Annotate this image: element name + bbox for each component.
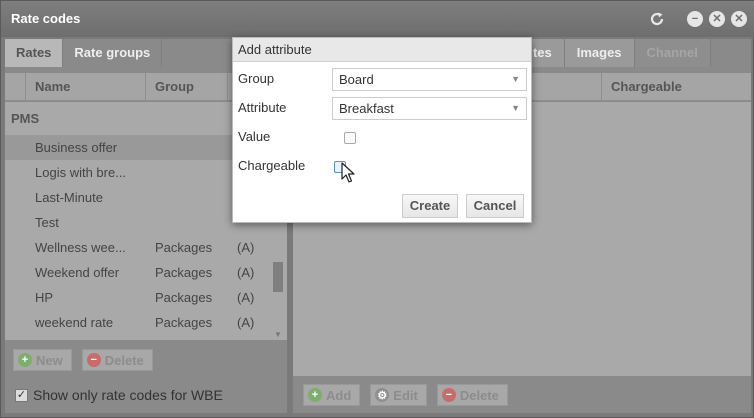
new-label: New <box>36 352 63 368</box>
table-row[interactable]: Weekend offer Packages (A) <box>5 260 287 285</box>
group-label: Group <box>238 71 275 86</box>
column-chargeable[interactable]: Chargeable <box>611 73 682 101</box>
mouse-cursor-icon <box>341 162 355 183</box>
scroll-down-icon[interactable]: ▼ <box>273 330 283 340</box>
column-separator <box>145 73 146 101</box>
restore-icon[interactable]: ✕ <box>709 11 725 27</box>
rate-group: Packages <box>155 240 213 255</box>
column-name[interactable]: Name <box>35 73 70 101</box>
wbe-filter[interactable]: ✓ Show only rate codes for WBE <box>15 387 223 403</box>
rate-name: Logis with bre... <box>35 165 127 180</box>
rate-name: Test <box>35 215 59 230</box>
rate-name: Wellness wee... <box>35 240 126 255</box>
tab-rates[interactable]: Rates <box>5 39 64 67</box>
attribute-select[interactable]: Breakfast ▼ <box>332 97 527 120</box>
rate-name: HP <box>35 290 54 305</box>
add-button[interactable]: + Add <box>303 384 361 406</box>
wbe-checkbox[interactable]: ✓ <box>15 388 28 402</box>
gear-icon: ⚙ <box>375 388 390 402</box>
chevron-down-icon: ▼ <box>511 74 520 84</box>
rates-toolbar: + New − Delete <box>13 349 153 371</box>
table-row[interactable]: weekend rate Packages (A) <box>5 310 287 335</box>
close-icon[interactable]: ✕ <box>731 11 747 27</box>
cancel-button[interactable]: Cancel <box>466 194 524 218</box>
dialog-title: Add attribute <box>233 38 531 62</box>
delete-label: Delete <box>104 352 144 368</box>
attributes-toolbar: + Add ⚙ Edit − Delete <box>303 384 508 406</box>
plus-icon: + <box>18 353 32 367</box>
column-separator <box>25 73 26 101</box>
attribute-label: Attribute <box>238 100 287 115</box>
chargeable-label: Chargeable <box>238 158 306 173</box>
rate-name: weekend rate <box>35 315 114 330</box>
attribute-select-value: Breakfast <box>339 101 394 116</box>
rate-flag: (A) <box>237 240 255 255</box>
rate-name: Last-Minute <box>35 190 103 205</box>
add-attribute-dialog: Add attribute Group Board ▼ Attribute Br… <box>232 37 532 223</box>
table-row[interactable]: Wellness wee... Packages (A) <box>5 235 287 260</box>
scrollbar-thumb[interactable] <box>273 262 283 292</box>
edit-button[interactable]: ⚙ Edit <box>370 384 427 406</box>
rate-group: Packages <box>155 265 213 280</box>
delete-attribute-button[interactable]: − Delete <box>436 384 508 406</box>
wbe-label: Show only rate codes for WBE <box>33 387 223 403</box>
minus-icon: − <box>86 353 101 367</box>
window-title: Rate codes <box>11 11 81 26</box>
column-group[interactable]: Group <box>155 73 194 101</box>
titlebar: Rate codes − ✕ ✕ <box>1 1 754 37</box>
minus-icon: − <box>441 388 456 402</box>
chevron-down-icon: ▼ <box>511 103 520 113</box>
delete-label: Delete <box>459 387 499 403</box>
tab-channel[interactable]: Channel <box>634 39 711 67</box>
value-label: Value <box>238 129 271 144</box>
rate-group: Packages <box>155 290 213 305</box>
rate-flag: (A) <box>237 290 255 305</box>
rate-flag: (A) <box>237 265 255 280</box>
tab-images[interactable]: Images <box>564 39 635 67</box>
refresh-icon[interactable] <box>647 9 667 29</box>
table-row[interactable]: HP Packages (A) <box>5 285 287 310</box>
group-select[interactable]: Board ▼ <box>332 68 527 91</box>
rate-flag: (A) <box>237 315 255 330</box>
minimize-icon[interactable]: − <box>687 11 703 27</box>
column-separator <box>601 73 602 101</box>
plus-icon: + <box>308 388 322 402</box>
add-label: Add <box>326 387 352 403</box>
rate-name: Business offer <box>35 140 118 155</box>
rate-name: Weekend offer <box>35 265 120 280</box>
value-checkbox[interactable] <box>344 132 356 144</box>
group-select-value: Board <box>339 72 374 87</box>
edit-label: Edit <box>393 387 418 403</box>
column-separator <box>227 73 228 101</box>
create-button[interactable]: Create <box>402 194 458 218</box>
rate-group: Packages <box>155 315 213 330</box>
tab-rate-groups[interactable]: Rate groups <box>63 39 163 67</box>
left-tabs: Rates Rate groups <box>5 39 163 67</box>
delete-rate-button[interactable]: − Delete <box>81 349 153 371</box>
window-controls: − ✕ ✕ <box>647 9 747 29</box>
right-tabs: utes Images Channel <box>513 39 711 67</box>
new-button[interactable]: + New <box>13 349 72 371</box>
rate-codes-window: Rate codes − ✕ ✕ Rates Rate groups Name … <box>0 0 754 418</box>
